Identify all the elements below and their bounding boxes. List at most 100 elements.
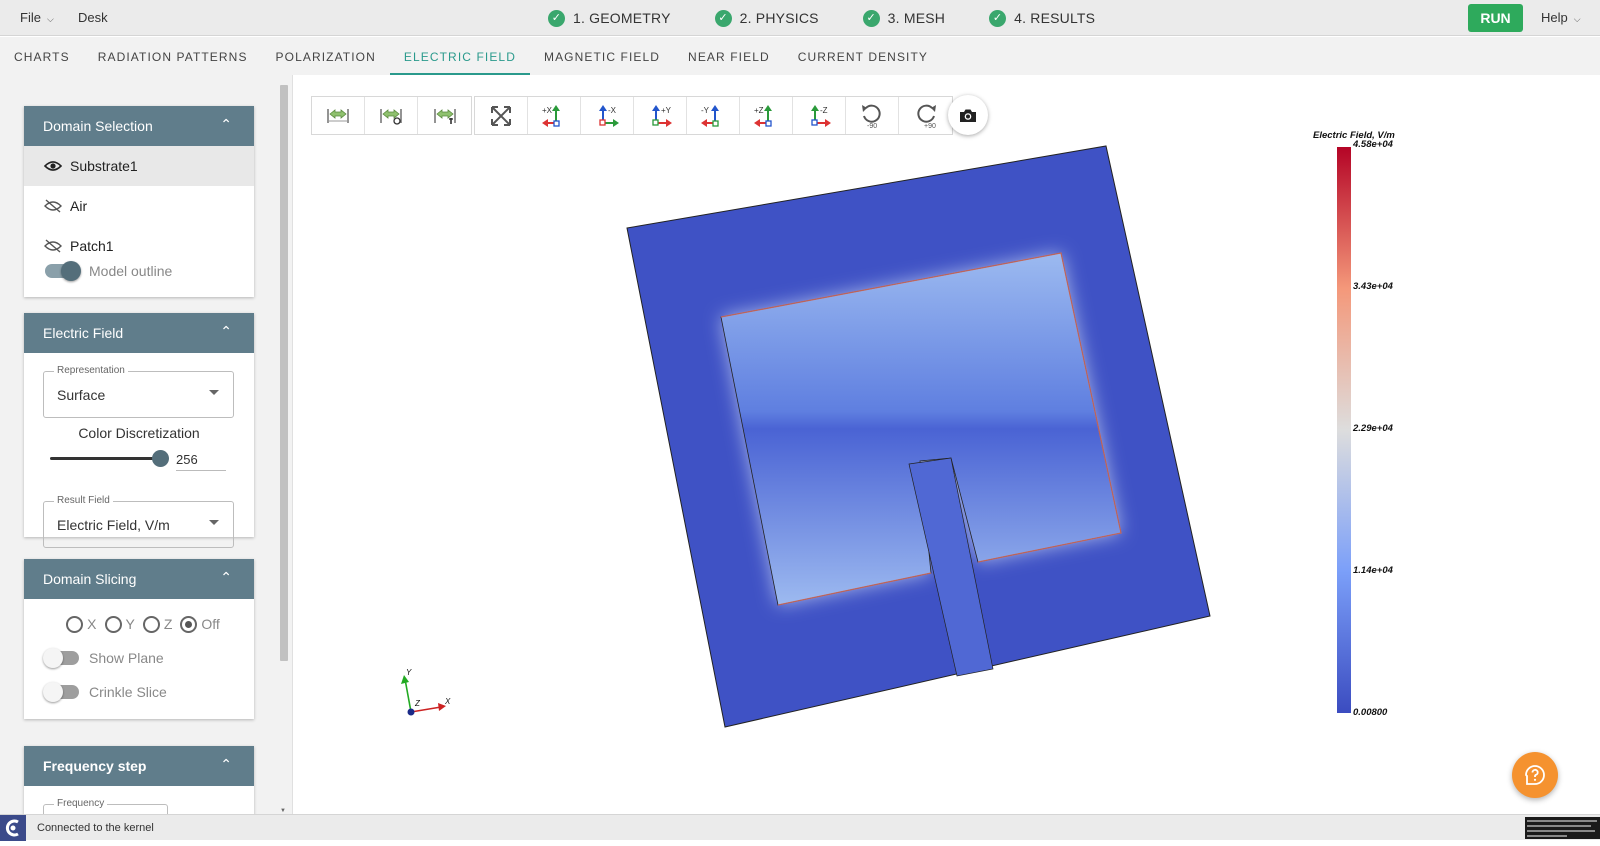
app-logo — [0, 815, 26, 841]
tab-electric-field[interactable]: ELECTRIC FIELD — [389, 37, 530, 75]
radio-label: X — [87, 616, 97, 632]
domain-slicing-header[interactable]: Domain Slicing ⌃ — [24, 559, 254, 599]
help-question-icon — [1525, 765, 1545, 785]
console-preview — [1527, 820, 1597, 837]
chevron-up-icon[interactable]: ⌃ — [220, 116, 232, 133]
panel-title: Electric Field — [43, 325, 124, 341]
result-field-value: Electric Field, V/m — [57, 517, 170, 533]
results-tabs: CHARTS RADIATION PATTERNS POLARIZATION E… — [0, 37, 1600, 75]
file-menu[interactable]: File ⌵ — [20, 10, 54, 25]
check-circle-icon: ✓ — [548, 9, 565, 27]
sidebar-scrollbar[interactable]: ▼ — [278, 85, 288, 814]
axis-z-label: Z — [414, 699, 421, 708]
eye-icon[interactable] — [44, 160, 62, 172]
help-button[interactable] — [1512, 752, 1558, 798]
electric-field-plot: Electric Field, V/m 4.58e+04 3.43e+04 2.… — [401, 130, 1395, 728]
chevron-up-icon[interactable]: ⌃ — [220, 323, 232, 340]
colorbar: Electric Field, V/m 4.58e+04 3.43e+04 2.… — [1313, 130, 1395, 718]
slider-thumb[interactable] — [152, 450, 169, 467]
3d-viewport[interactable]: +X -X +Y -Y +Z -Z -90 +90 Electric Field… — [292, 75, 1600, 814]
domain-slicing-panel: Domain Slicing ⌃ X Y Z Off Show Plane Cr… — [24, 559, 254, 719]
panel-title: Domain Selection — [43, 118, 153, 134]
desk-menu[interactable]: Desk — [78, 10, 108, 25]
model-outline-toggle[interactable] — [45, 261, 81, 281]
tab-charts[interactable]: CHARTS — [0, 37, 84, 75]
status-message: Connected to the kernel — [37, 822, 154, 834]
crinkle-slice-row: Crinkle Slice — [24, 679, 254, 705]
top-bar: File ⌵ Desk ✓ 1. GEOMETRY ✓ 2. PHYSICS ✓ … — [0, 0, 1600, 36]
panel-title: Frequency step — [43, 758, 147, 774]
radio-x[interactable] — [66, 615, 84, 633]
domain-item-label: Substrate1 — [70, 158, 138, 174]
show-plane-row: Show Plane — [24, 645, 254, 671]
domain-selection-header[interactable]: Domain Selection ⌃ — [24, 106, 254, 146]
step-physics[interactable]: ✓ 2. PHYSICS — [714, 9, 819, 27]
dropdown-caret-icon — [209, 390, 219, 395]
console-thumbnail[interactable] — [1525, 817, 1600, 839]
domain-item-substrate1[interactable]: Substrate1 — [24, 146, 254, 186]
radio-label: Y — [125, 616, 135, 632]
color-discretization-input[interactable]: 256 — [176, 449, 226, 471]
show-plane-toggle[interactable] — [43, 648, 79, 668]
file-menu-label: File — [20, 10, 41, 25]
step-label: 3. MESH — [887, 10, 946, 26]
representation-label: Representation — [54, 365, 128, 376]
orientation-axes-triad: Y X Z — [401, 668, 451, 716]
check-circle-icon: ✓ — [989, 9, 1007, 27]
color-discretization-label: Color Discretization — [78, 425, 200, 441]
scrollbar-thumb[interactable] — [280, 85, 288, 661]
model-outline-row: Model outline — [24, 258, 254, 284]
step-geometry[interactable]: ✓ 1. GEOMETRY — [548, 9, 671, 27]
domain-item-label: Air — [70, 198, 88, 214]
frequency-label: Frequency — [54, 798, 108, 809]
colorbar-tick: 4.58e+04 — [1352, 139, 1394, 150]
settings-sidebar: Domain Selection ⌃ Substrate1 Air Patch1 — [0, 75, 292, 814]
check-circle-icon: ✓ — [862, 9, 880, 27]
radio-z[interactable] — [142, 615, 160, 633]
crinkle-slice-toggle[interactable] — [43, 682, 79, 702]
chevron-up-icon[interactable]: ⌃ — [220, 569, 232, 586]
colorbar-tick: 3.43e+04 — [1353, 281, 1394, 292]
help-menu-label: Help — [1541, 10, 1568, 25]
chevron-up-icon[interactable]: ⌃ — [220, 756, 232, 773]
representation-value: Surface — [57, 387, 106, 403]
result-field-select[interactable]: Result Field Electric Field, V/m — [43, 495, 234, 548]
colorbar-gradient — [1337, 147, 1351, 713]
slice-axis-radio-group: X Y Z Off — [24, 611, 254, 637]
electric-field-panel: Electric Field ⌃ Representation Surface … — [24, 313, 254, 548]
representation-select[interactable]: Representation Surface — [43, 365, 234, 418]
model-outline-label: Model outline — [89, 263, 173, 279]
frequency-select[interactable]: Frequency — [43, 798, 168, 814]
frequency-step-panel: Frequency step ⌃ Frequency — [24, 746, 254, 814]
crinkle-slice-label: Crinkle Slice — [89, 684, 167, 700]
radio-label: Z — [163, 616, 173, 632]
step-results[interactable]: ✓ 4. RESULTS — [989, 9, 1096, 27]
panel-title: Domain Slicing — [43, 571, 137, 587]
step-mesh[interactable]: ✓ 3. MESH — [862, 9, 946, 27]
frequency-step-header[interactable]: Frequency step ⌃ — [24, 746, 254, 786]
radio-y[interactable] — [104, 615, 122, 633]
domain-item-label: Patch1 — [70, 238, 114, 254]
electric-field-header[interactable]: Electric Field ⌃ — [24, 313, 254, 353]
dropdown-caret-icon — [209, 520, 219, 525]
tab-magnetic-field[interactable]: MAGNETIC FIELD — [530, 37, 674, 75]
eye-off-icon[interactable] — [44, 239, 62, 253]
run-button[interactable]: RUN — [1468, 4, 1523, 32]
result-field-label: Result Field — [54, 495, 113, 506]
show-plane-label: Show Plane — [89, 650, 164, 666]
tab-radiation-patterns[interactable]: RADIATION PATTERNS — [84, 37, 262, 75]
tab-polarization[interactable]: POLARIZATION — [262, 37, 390, 75]
color-discretization-slider[interactable] — [50, 457, 162, 460]
radio-label: Off — [201, 616, 220, 632]
step-label: 4. RESULTS — [1014, 10, 1096, 26]
help-menu[interactable]: Help ⌵ — [1541, 10, 1581, 25]
colorbar-tick: 2.29e+04 — [1352, 423, 1394, 434]
status-bar: Connected to the kernel — [0, 814, 1600, 841]
tab-near-field[interactable]: NEAR FIELD — [674, 37, 784, 75]
domain-item-air[interactable]: Air — [24, 186, 254, 226]
eye-off-icon[interactable] — [44, 199, 62, 213]
tab-current-density[interactable]: CURRENT DENSITY — [784, 37, 942, 75]
radio-off[interactable] — [180, 615, 198, 633]
colorbar-tick: 0.00800 — [1353, 707, 1388, 718]
app-logo-icon — [5, 819, 19, 837]
